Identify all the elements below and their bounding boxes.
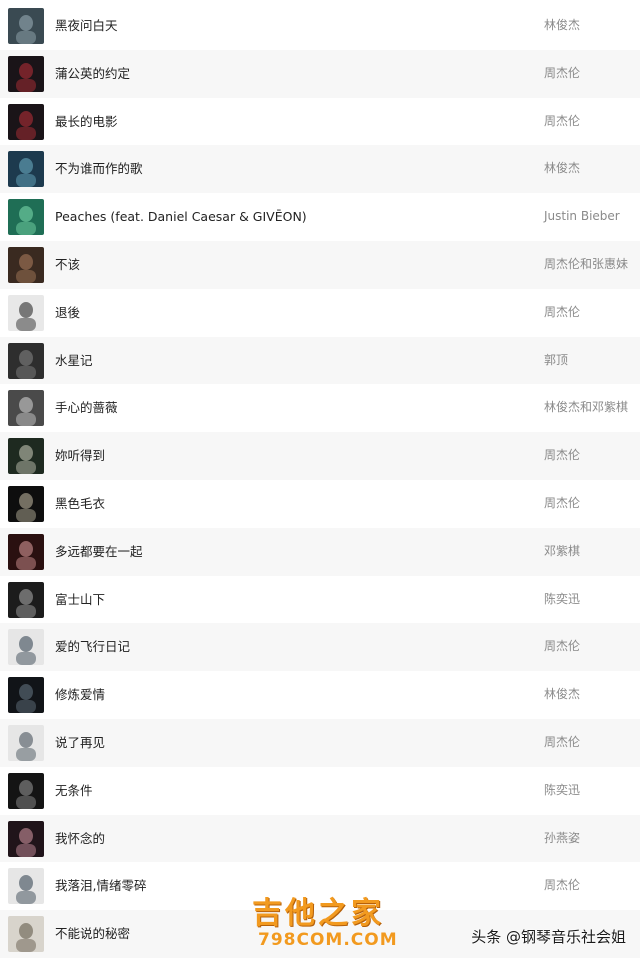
song-title: 不该 — [55, 256, 81, 272]
song-row[interactable]: 无条件 陈奕迅 — [0, 767, 640, 815]
album-cover — [8, 772, 44, 809]
song-artist: 陈奕迅 — [544, 782, 581, 797]
song-artist: Justin Bieber — [544, 209, 620, 224]
song-row[interactable]: 妳听得到 周杰伦 — [0, 432, 640, 480]
song-title: 不为谁而作的歌 — [55, 161, 143, 177]
album-cover — [8, 55, 44, 92]
album-cover — [8, 629, 44, 666]
song-artist: 陈奕迅 — [544, 591, 581, 606]
song-title: 无条件 — [55, 782, 93, 798]
song-artist: 周杰伦 — [544, 734, 581, 749]
song-artist: 周杰伦 — [544, 448, 581, 463]
album-cover — [8, 103, 44, 140]
song-title: 黑夜问白天 — [55, 18, 118, 33]
album-cover — [8, 533, 44, 570]
album-cover — [8, 724, 44, 761]
song-row[interactable]: 黑夜问白天 林俊杰 — [0, 2, 640, 50]
song-title: 说了再见 — [55, 734, 106, 750]
song-title: 妳听得到 — [55, 448, 106, 464]
album-cover — [8, 390, 44, 427]
song-title: 黑色毛衣 — [55, 495, 106, 511]
song-title: 多远都要在一起 — [55, 543, 143, 559]
song-title: 退後 — [55, 304, 81, 320]
song-artist: 周杰伦 — [544, 304, 581, 319]
song-title: 不能说的秘密 — [55, 926, 131, 942]
song-row[interactable]: 水星记 郭顶 — [0, 336, 640, 385]
song-row[interactable]: 说了再见 周杰伦 — [0, 718, 640, 767]
album-cover — [8, 199, 44, 236]
song-artist: 林俊杰 — [544, 687, 581, 702]
song-title: 我怀念的 — [55, 830, 106, 846]
song-title: 手心的蔷薇 — [55, 400, 118, 416]
song-row[interactable]: 黑色毛衣 周杰伦 — [0, 480, 640, 528]
watermark: 吉他之家 798COM.COM — [252, 888, 402, 954]
album-cover — [8, 581, 44, 618]
song-artist: 孙燕姿 — [544, 830, 581, 845]
watermark-logo: 吉他之家 — [252, 896, 384, 931]
song-artist: 周杰伦 — [544, 65, 581, 80]
song-row[interactable]: 退後 周杰伦 — [0, 289, 640, 337]
song-row[interactable]: 爱的飞行日记 周杰伦 — [0, 623, 640, 672]
song-artist: 林俊杰和邓紫棋 — [544, 400, 629, 415]
song-row[interactable]: 不该 周杰伦和张惠妹 — [0, 240, 640, 289]
song-title: Peaches (feat. Daniel Caesar & GIVĒON) — [55, 209, 307, 225]
song-title: 爱的飞行日记 — [55, 639, 131, 655]
song-row[interactable]: 手心的蔷薇 林俊杰和邓紫棋 — [0, 384, 640, 432]
album-cover — [8, 820, 44, 857]
song-row[interactable]: 我怀念的 孙燕姿 — [0, 814, 640, 863]
album-cover — [8, 485, 44, 522]
song-artist: 周杰伦 — [544, 878, 581, 893]
album-cover — [8, 294, 44, 331]
song-artist: 周杰伦 — [544, 495, 581, 510]
song-row[interactable]: 蒲公英的约定 周杰伦 — [0, 49, 640, 98]
song-list: 黑夜问白天 林俊杰 蒲公英的约定 周杰伦 最长的电影 周杰伦 不为谁而作的歌 林俊杰 Peach… — [0, 2, 640, 958]
song-artist: 周杰伦和张惠妹 — [544, 256, 629, 271]
song-artist: 林俊杰 — [544, 161, 581, 176]
album-cover — [8, 8, 44, 44]
album-cover — [8, 246, 44, 283]
song-row[interactable]: 多远都要在一起 邓紫棋 — [0, 527, 640, 576]
album-cover — [8, 438, 44, 475]
song-title: 水星记 — [55, 352, 93, 368]
song-row[interactable]: Peaches (feat. Daniel Caesar & GIVĒON) Ju… — [0, 193, 640, 241]
song-title: 蒲公英的约定 — [55, 65, 131, 81]
album-cover — [8, 916, 44, 953]
song-title: 最长的电影 — [55, 113, 118, 129]
watermark-url: 798COM.COM — [258, 930, 398, 950]
album-cover — [8, 868, 44, 905]
song-artist: 邓紫棋 — [544, 543, 581, 558]
song-row[interactable]: 不为谁而作的歌 林俊杰 — [0, 145, 640, 194]
song-artist: 林俊杰 — [544, 18, 581, 32]
song-title: 我落泪,情绪零碎 — [55, 878, 147, 894]
album-cover — [8, 342, 44, 379]
album-cover — [8, 151, 44, 188]
album-cover — [8, 677, 44, 714]
song-row[interactable]: 修炼爱情 林俊杰 — [0, 671, 640, 719]
song-title: 修炼爱情 — [55, 687, 106, 703]
song-artist: 周杰伦 — [544, 639, 581, 654]
song-row[interactable]: 最长的电影 周杰伦 — [0, 98, 640, 146]
song-title: 富士山下 — [55, 591, 106, 607]
song-artist: 郭顶 — [544, 352, 569, 367]
source-credit: 头条 @钢琴音乐社会姐 — [471, 928, 626, 946]
song-artist: 周杰伦 — [544, 113, 581, 128]
song-row[interactable]: 富士山下 陈奕迅 — [0, 576, 640, 624]
